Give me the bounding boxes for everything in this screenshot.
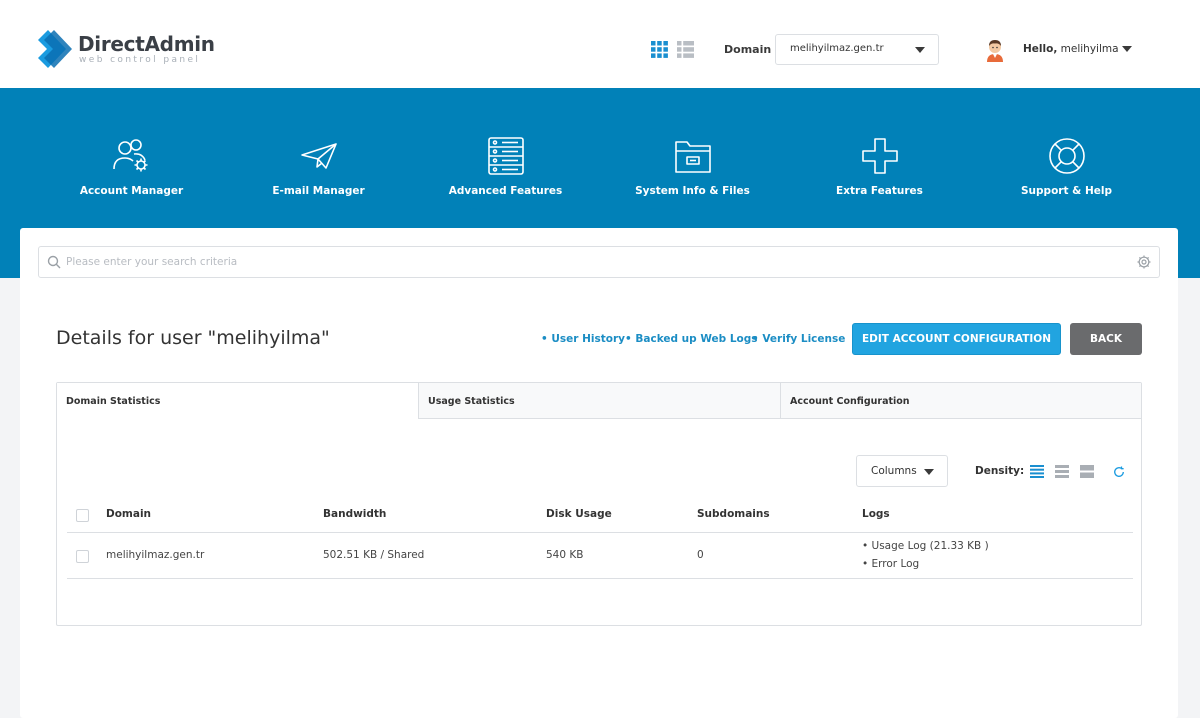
logo-arrow-icon bbox=[38, 30, 72, 68]
column-header-domain[interactable]: Domain bbox=[106, 508, 151, 520]
cell-domain: melihyilmaz.gen.tr bbox=[106, 549, 205, 561]
cell-disk-usage: 540 KB bbox=[546, 549, 584, 561]
refresh-icon[interactable] bbox=[1113, 466, 1125, 478]
nav-label: Support & Help bbox=[1021, 185, 1112, 197]
density-label: Density: bbox=[975, 465, 1025, 477]
tab-domain-statistics[interactable]: Domain Statistics bbox=[57, 383, 418, 419]
tabs-panel: Domain Statistics Usage Statistics Accou… bbox=[56, 382, 1142, 626]
page-title: Details for user "melihyilma" bbox=[56, 327, 330, 349]
greeting-prefix: Hello, bbox=[1023, 43, 1058, 55]
avatar[interactable] bbox=[984, 38, 1006, 62]
columns-label: Columns bbox=[871, 465, 917, 477]
cell-subdomains: 0 bbox=[697, 549, 704, 561]
nav-label: System Info & Files bbox=[635, 185, 750, 197]
error-log-link[interactable]: • Error Log bbox=[862, 558, 919, 570]
column-header-disk-usage[interactable]: Disk Usage bbox=[546, 508, 612, 520]
lifebuoy-icon bbox=[1048, 138, 1085, 174]
tab-account-configuration[interactable]: Account Configuration bbox=[780, 383, 1141, 419]
backed-up-web-logs-link[interactable]: • Backed up Web Logs bbox=[625, 333, 758, 345]
folder-icon bbox=[674, 141, 711, 173]
domain-select[interactable]: melihyilmaz.gen.tr bbox=[775, 34, 939, 65]
link-text: User History bbox=[551, 333, 625, 345]
plus-icon bbox=[861, 138, 898, 174]
paper-plane-icon bbox=[300, 143, 337, 169]
nav-advanced-features[interactable]: Advanced Features bbox=[412, 136, 599, 206]
chevron-down-icon bbox=[915, 47, 925, 53]
table-row-divider bbox=[67, 578, 1133, 579]
column-header-logs[interactable]: Logs bbox=[862, 508, 890, 520]
column-header-subdomains[interactable]: Subdomains bbox=[697, 508, 770, 520]
link-text: Verify License bbox=[762, 333, 846, 345]
logo-subtitle: web control panel bbox=[79, 55, 201, 65]
list-view-icon[interactable] bbox=[677, 41, 694, 58]
top-bar: DirectAdmin web control panel Domain mel… bbox=[0, 0, 1200, 88]
select-all-checkbox[interactable] bbox=[76, 509, 89, 522]
row-checkbox[interactable] bbox=[76, 550, 89, 563]
domain-label: Domain bbox=[724, 43, 772, 56]
column-header-bandwidth[interactable]: Bandwidth bbox=[323, 508, 386, 520]
user-history-link[interactable]: • User History bbox=[541, 333, 625, 345]
greeting-username: melihyilma bbox=[1060, 43, 1119, 55]
nav-account-manager[interactable]: Account Manager bbox=[38, 136, 225, 206]
density-compact-icon[interactable] bbox=[1030, 465, 1044, 478]
verify-license-link[interactable]: • Verify License bbox=[752, 333, 845, 345]
table-header-divider bbox=[67, 532, 1133, 533]
cell-bandwidth: 502.51 KB / Shared bbox=[323, 549, 425, 561]
users-gear-icon bbox=[112, 139, 147, 172]
density-comfortable-icon[interactable] bbox=[1080, 465, 1094, 478]
search-icon bbox=[47, 255, 61, 269]
search-input[interactable] bbox=[66, 253, 1126, 271]
grid-view-icon[interactable] bbox=[651, 41, 668, 58]
nav-system-info-files[interactable]: System Info & Files bbox=[599, 136, 786, 206]
chevron-down-icon bbox=[924, 469, 934, 475]
nav-extra-features[interactable]: Extra Features bbox=[786, 136, 973, 206]
nav-email-manager[interactable]: E-mail Manager bbox=[225, 136, 412, 206]
user-greeting[interactable]: Hello, melihyilma bbox=[1023, 43, 1119, 55]
server-icon bbox=[487, 137, 524, 175]
density-normal-icon[interactable] bbox=[1055, 465, 1069, 478]
user-menu-chevron-icon[interactable] bbox=[1122, 46, 1132, 52]
nav-label: Advanced Features bbox=[448, 185, 563, 197]
domain-select-value: melihyilmaz.gen.tr bbox=[790, 43, 884, 54]
link-text: Backed up Web Logs bbox=[635, 333, 758, 345]
gear-icon[interactable] bbox=[1137, 255, 1151, 269]
nav-label: Account Manager bbox=[79, 185, 184, 197]
nav-support-help[interactable]: Support & Help bbox=[973, 136, 1160, 206]
usage-log-link[interactable]: • Usage Log (21.33 KB ) bbox=[862, 540, 989, 552]
nav-label: E-mail Manager bbox=[272, 185, 365, 197]
back-button[interactable]: BACK bbox=[1070, 323, 1142, 355]
main-card: Details for user "melihyilma" • User His… bbox=[20, 228, 1178, 718]
search-bar[interactable] bbox=[38, 246, 1160, 278]
tab-usage-statistics[interactable]: Usage Statistics bbox=[418, 383, 780, 419]
nav-label: Extra Features bbox=[836, 185, 923, 197]
columns-dropdown-button[interactable]: Columns bbox=[856, 455, 948, 487]
usage-log-text: Usage Log (21.33 KB ) bbox=[871, 540, 989, 552]
directadmin-logo[interactable]: DirectAdmin web control panel bbox=[38, 30, 238, 70]
logo-title: DirectAdmin bbox=[78, 32, 215, 56]
edit-account-configuration-button[interactable]: EDIT ACCOUNT CONFIGURATION bbox=[852, 323, 1061, 355]
error-log-text: Error Log bbox=[871, 558, 920, 570]
